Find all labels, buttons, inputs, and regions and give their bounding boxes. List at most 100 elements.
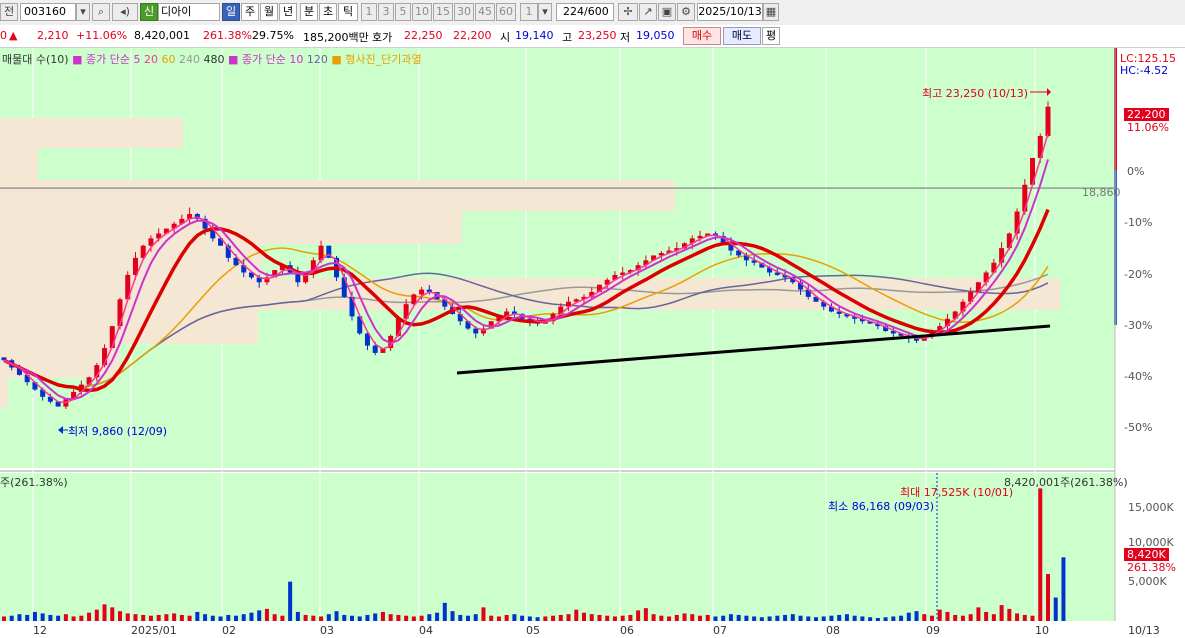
- date-input[interactable]: 2025/10/13: [697, 3, 763, 21]
- period-minute-button[interactable]: 분: [300, 3, 318, 21]
- volume-bar: [32, 611, 37, 621]
- volume-bar: [210, 615, 215, 621]
- flat-button[interactable]: 평: [762, 27, 780, 45]
- interval-15-button[interactable]: 15: [433, 3, 453, 21]
- volume-bar: [945, 611, 950, 621]
- volume-bar: [976, 607, 981, 621]
- search-icon[interactable]: ⌕: [92, 3, 110, 21]
- volume-bar: [94, 609, 99, 621]
- volume-bar: [736, 614, 741, 621]
- volume-bar: [473, 614, 478, 621]
- stock-chart[interactable]: [0, 48, 1185, 638]
- volume-bar: [319, 616, 324, 621]
- volume-bar: [860, 616, 865, 621]
- volume-value: 8,420,001: [134, 29, 190, 42]
- vol-axis-label: 5,000K: [1128, 575, 1167, 588]
- volume-bar: [249, 612, 254, 621]
- volume-bar: [87, 612, 92, 621]
- candle-body: [473, 328, 479, 334]
- amount-value: 185,200백만: [303, 31, 369, 44]
- interval-10-button[interactable]: 10: [412, 3, 432, 21]
- volume-last-pct: 261.38%: [1127, 561, 1176, 574]
- volume-bar: [411, 616, 416, 621]
- period-second-button[interactable]: 초: [319, 3, 337, 21]
- x-axis-label: 2025/01: [131, 624, 177, 637]
- stock-name-field: 디아이: [158, 3, 220, 21]
- legend-dot-icon: ■: [227, 53, 239, 66]
- y-axis-label: -20%: [1124, 268, 1153, 281]
- volume-bar: [752, 616, 757, 621]
- chevron-down-icon[interactable]: ▾: [538, 3, 552, 21]
- buy-button[interactable]: 매수: [683, 27, 721, 45]
- volume-bar: [620, 615, 625, 621]
- volume-bar: [968, 614, 973, 621]
- volume-bar: [728, 614, 733, 621]
- volume-bar: [906, 612, 911, 621]
- volume-bar: [783, 614, 788, 621]
- volume-bar: [698, 615, 702, 621]
- gear-icon[interactable]: ⚙: [677, 3, 695, 21]
- period-month-button[interactable]: 월: [260, 3, 278, 21]
- volume-bar: [674, 614, 679, 621]
- interval-5-button[interactable]: 5: [395, 3, 411, 21]
- count-input[interactable]: 224: [556, 3, 584, 21]
- interval-3-button[interactable]: 3: [378, 3, 394, 21]
- volume-profile-bar: [0, 211, 462, 244]
- volume-bar: [883, 617, 888, 621]
- stock-code-input[interactable]: 003160: [20, 3, 76, 21]
- volume-bar: [496, 616, 501, 621]
- chevron-down-icon[interactable]: ▾: [76, 3, 90, 21]
- volume-bar: [721, 615, 726, 621]
- volume-bar: [1038, 488, 1043, 621]
- high-label: 고: [562, 31, 573, 44]
- crosshair-icon[interactable]: ✢: [618, 3, 638, 21]
- volume-bar: [404, 615, 409, 621]
- period-tick-button[interactable]: 틱: [338, 3, 358, 21]
- interval-60-button[interactable]: 60: [496, 3, 516, 21]
- volume-bar: [1015, 613, 1020, 621]
- volume-bar: [489, 615, 494, 621]
- volume-bar: [2, 616, 6, 621]
- volume-bar: [582, 612, 586, 621]
- market-selector[interactable]: 전: [0, 3, 18, 21]
- volume-bar: [574, 609, 579, 621]
- period-year-button[interactable]: 년: [279, 3, 297, 21]
- period-week-button[interactable]: 주: [241, 3, 259, 21]
- speaker-icon[interactable]: ◂): [112, 3, 138, 21]
- volume-bar: [380, 611, 385, 621]
- volume-bar: [427, 614, 432, 621]
- volume-bar: [241, 614, 246, 621]
- volume-bar: [56, 615, 61, 621]
- volume-bar: [566, 614, 571, 621]
- volume-bar: [868, 617, 873, 621]
- trend-tool-icon[interactable]: ↗: [639, 3, 657, 21]
- calendar-icon[interactable]: ▦: [763, 3, 779, 21]
- interval-1-button[interactable]: 1: [361, 3, 377, 21]
- volume-bar: [388, 614, 393, 621]
- candle-body: [372, 345, 378, 353]
- sell-button[interactable]: 매도: [723, 27, 761, 45]
- volume-bar: [922, 614, 927, 621]
- volume-bar: [744, 615, 749, 621]
- volume-bar: [636, 610, 641, 621]
- interval-30-button[interactable]: 30: [454, 3, 474, 21]
- x-axis-bg: [0, 621, 1185, 638]
- save-icon[interactable]: ▣: [658, 3, 676, 21]
- volume-bar: [264, 608, 269, 621]
- volume-bar: [875, 617, 880, 621]
- info-prefix: 0: [0, 29, 7, 42]
- interval-45-button[interactable]: 45: [475, 3, 495, 21]
- interval-input[interactable]: 1: [520, 3, 538, 21]
- legend-ma240: 240: [178, 53, 200, 66]
- legend-ma-price2: 종가 단순 10: [241, 53, 304, 66]
- volume-bar: [512, 614, 517, 621]
- volume-bar: [350, 615, 354, 621]
- volume-profile-bar: [0, 244, 262, 278]
- volume-profile-bar: [0, 148, 38, 180]
- legend-ma120: 120: [306, 53, 328, 66]
- period-day-button[interactable]: 일: [222, 3, 240, 21]
- x-axis-label: 02: [222, 624, 236, 637]
- last-pct-label: 11.06%: [1127, 121, 1169, 134]
- open-label: 시: [500, 31, 511, 44]
- volume-bar: [48, 614, 53, 621]
